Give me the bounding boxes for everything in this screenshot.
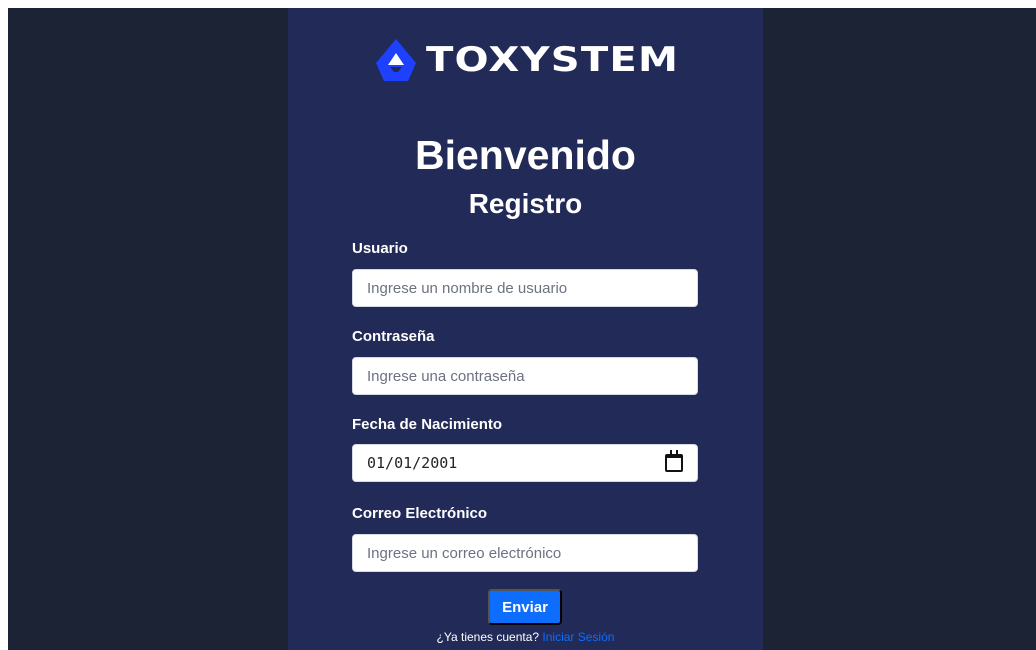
username-placeholder: Ingrese un nombre de usuario: [367, 279, 568, 297]
welcome-title: Bienvenido: [415, 132, 636, 178]
email-label: Correo Electrónico: [352, 505, 488, 522]
calendar-icon[interactable]: [665, 450, 683, 472]
birthdate-label: Fecha de Nacimiento: [352, 416, 503, 433]
email-placeholder: Ingrese un correo electrónico: [367, 544, 562, 562]
email-input[interactable]: Ingrese un correo electrónico: [352, 534, 698, 572]
registration-title: Registro: [468, 188, 583, 219]
username-input[interactable]: Ingrese un nombre de usuario: [352, 269, 698, 307]
password-input[interactable]: Ingrese una contraseña: [352, 357, 698, 395]
page-background: TOXYSTEM Bienvenido Registro Usuario Ing…: [8, 8, 1036, 650]
login-prompt: ¿Ya tienes cuenta? Iniciar Sesión: [288, 630, 763, 644]
submit-button[interactable]: Enviar: [488, 589, 562, 625]
brand-name: TOXYSTEM: [426, 40, 680, 80]
registration-panel: TOXYSTEM Bienvenido Registro Usuario Ing…: [288, 8, 763, 650]
toxystem-logo-icon: [376, 39, 416, 81]
birthdate-value: 01/01/2001: [367, 454, 458, 472]
password-placeholder: Ingrese una contraseña: [367, 367, 525, 385]
username-label: Usuario: [352, 240, 408, 257]
login-link[interactable]: Iniciar Sesión: [542, 630, 614, 644]
password-label: Contraseña: [352, 328, 435, 345]
birthdate-input[interactable]: 01/01/2001: [352, 444, 698, 482]
brand-logo: TOXYSTEM: [374, 36, 682, 84]
login-prompt-text: ¿Ya tienes cuenta?: [436, 630, 540, 644]
